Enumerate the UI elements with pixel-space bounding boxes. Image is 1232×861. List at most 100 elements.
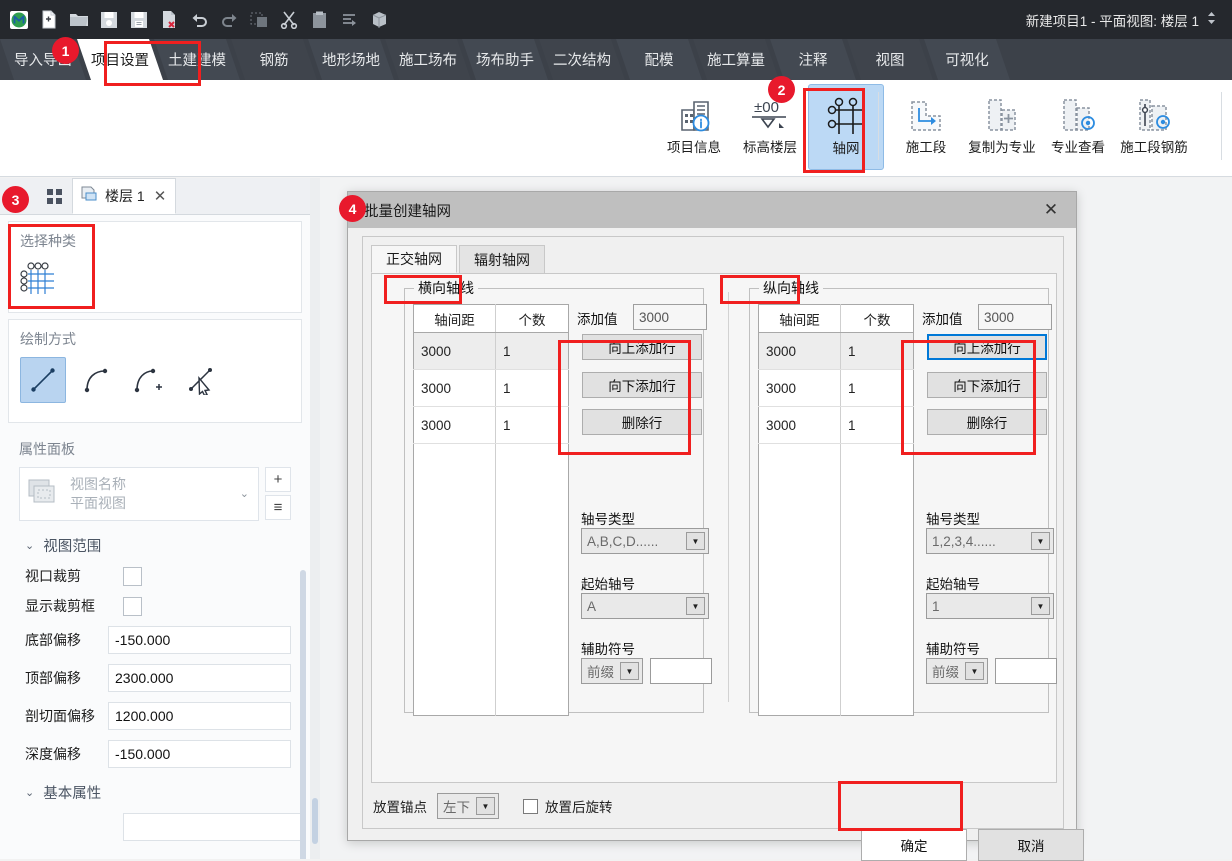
ribbon-tab-11[interactable]: 视图 bbox=[847, 39, 933, 80]
splitter-grip[interactable] bbox=[312, 798, 318, 844]
view-name-combo[interactable]: 视图名称 平面视图 ⌄ bbox=[19, 467, 259, 521]
start-axis-combo[interactable]: A ▼ bbox=[581, 593, 709, 619]
section-basic-props[interactable]: ⌄ 基本属性 bbox=[25, 782, 291, 803]
save-icon[interactable] bbox=[96, 7, 122, 33]
viewport-crop-checkbox[interactable] bbox=[123, 566, 142, 586]
cell-count[interactable]: 1 bbox=[495, 369, 569, 407]
title-spinner-icon[interactable] bbox=[1207, 11, 1216, 28]
bottom-offset-input[interactable] bbox=[108, 626, 291, 654]
depth-offset-input[interactable] bbox=[108, 740, 291, 768]
table-row-empty[interactable] bbox=[413, 443, 569, 716]
add-value-input[interactable] bbox=[633, 304, 707, 330]
arc-center-draw-icon[interactable] bbox=[126, 357, 172, 403]
add-row-above-button[interactable]: 向上添加行 bbox=[927, 334, 1047, 360]
paste-icon[interactable] bbox=[306, 7, 332, 33]
start-axis-combo[interactable]: 1 ▼ bbox=[926, 593, 1054, 619]
delete-row-button[interactable]: 删除行 bbox=[582, 409, 702, 435]
ribbon-tab-1[interactable]: 项目设置 bbox=[77, 39, 163, 80]
chevron-down-icon[interactable]: ⌄ bbox=[240, 487, 249, 500]
ribbon-tab-3[interactable]: 钢筋 bbox=[231, 39, 317, 80]
chevron-down-icon[interactable]: ▼ bbox=[1031, 597, 1050, 615]
axis-label-type-combo[interactable]: 1,2,3,4...... ▼ bbox=[926, 528, 1054, 554]
dialog-title-bar[interactable]: 批量创建轴网 ✕ bbox=[348, 192, 1076, 228]
basic-prop-input[interactable] bbox=[123, 813, 306, 841]
cut-plane-offset-input[interactable] bbox=[108, 702, 291, 730]
table-row-empty[interactable] bbox=[758, 443, 914, 716]
ribbon-tab-4[interactable]: 地形场地 bbox=[308, 39, 394, 80]
app-logo-icon[interactable] bbox=[6, 7, 32, 33]
chevron-down-icon[interactable]: ▼ bbox=[686, 597, 705, 615]
aux-symbol-position-combo[interactable]: 前缀 ▼ bbox=[926, 658, 988, 684]
save-as-icon[interactable] bbox=[126, 7, 152, 33]
chevron-down-icon[interactable]: ▼ bbox=[965, 662, 984, 680]
add-row-above-button[interactable]: 向上添加行 bbox=[582, 334, 702, 360]
cell-count[interactable]: 1 bbox=[840, 406, 914, 444]
add-row-below-button[interactable]: 向下添加行 bbox=[582, 372, 702, 398]
add-value-input[interactable] bbox=[978, 304, 1052, 330]
ribbon-tab-2[interactable]: 土建建模 bbox=[154, 39, 240, 80]
cut-icon[interactable] bbox=[276, 7, 302, 33]
axis-label-type-combo[interactable]: A,B,C,D...... ▼ bbox=[581, 528, 709, 554]
aux-symbol-input[interactable] bbox=[650, 658, 712, 684]
cell-empty[interactable] bbox=[758, 443, 841, 716]
table-row[interactable]: 3000 1 bbox=[758, 332, 914, 370]
ribbon-tab-7[interactable]: 二次结构 bbox=[539, 39, 625, 80]
ribbon-button-discipline-view[interactable]: 专业查看 bbox=[1040, 84, 1116, 170]
close-icon[interactable]: ✕ bbox=[1036, 196, 1066, 224]
cell-spacing[interactable]: 3000 bbox=[758, 369, 841, 407]
tab-orthogonal-grid[interactable]: 正交轴网 bbox=[371, 245, 457, 273]
open-folder-icon[interactable] bbox=[66, 7, 92, 33]
box-3d-icon[interactable] bbox=[366, 7, 392, 33]
panel-splitter[interactable] bbox=[310, 178, 320, 859]
ribbon-tab-10[interactable]: 注释 bbox=[770, 39, 856, 80]
cell-empty[interactable] bbox=[840, 443, 914, 716]
table-row[interactable]: 3000 1 bbox=[758, 369, 914, 407]
table-row[interactable]: 3000 1 bbox=[413, 332, 569, 370]
table-row[interactable]: 3000 1 bbox=[413, 406, 569, 444]
ribbon-tab-8[interactable]: 配模 bbox=[616, 39, 702, 80]
anchor-point-combo[interactable]: 左下 ▼ bbox=[437, 793, 499, 819]
cell-count[interactable]: 1 bbox=[840, 369, 914, 407]
ok-button[interactable]: 确定 bbox=[861, 829, 967, 861]
pick-draw-icon[interactable] bbox=[179, 357, 225, 403]
ribbon-tab-6[interactable]: 场布助手 bbox=[462, 39, 548, 80]
cell-spacing[interactable]: 3000 bbox=[413, 332, 496, 370]
cell-count[interactable]: 1 bbox=[840, 332, 914, 370]
left-panel-scrollbar[interactable] bbox=[300, 570, 306, 859]
cell-count[interactable]: 1 bbox=[495, 332, 569, 370]
new-file-icon[interactable] bbox=[36, 7, 62, 33]
cell-spacing[interactable]: 3000 bbox=[413, 406, 496, 444]
ribbon-button-project-info[interactable]: 项目信息 bbox=[656, 84, 732, 170]
delete-row-button[interactable]: 删除行 bbox=[927, 409, 1047, 435]
match-properties-icon[interactable] bbox=[336, 7, 362, 33]
close-file-icon[interactable] bbox=[156, 7, 182, 33]
add-property-button[interactable]: + bbox=[265, 467, 291, 492]
aux-symbol-position-combo[interactable]: 前缀 ▼ bbox=[581, 658, 643, 684]
redo-icon[interactable] bbox=[216, 7, 242, 33]
panel-grid-view-icon[interactable] bbox=[36, 178, 72, 214]
arc-draw-icon[interactable] bbox=[73, 357, 119, 403]
table-row[interactable]: 3000 1 bbox=[758, 406, 914, 444]
tab-radial-grid[interactable]: 辐射轴网 bbox=[459, 245, 545, 273]
ribbon-tab-5[interactable]: 施工场布 bbox=[385, 39, 471, 80]
cell-spacing[interactable]: 3000 bbox=[758, 406, 841, 444]
cell-spacing[interactable]: 3000 bbox=[758, 332, 841, 370]
edit-type-button[interactable]: ≡ bbox=[265, 495, 291, 520]
aux-symbol-input[interactable] bbox=[995, 658, 1057, 684]
cell-empty[interactable] bbox=[495, 443, 569, 716]
close-tab-icon[interactable]: ✕ bbox=[154, 187, 167, 205]
ribbon-tab-12[interactable]: 可视化 bbox=[924, 39, 1010, 80]
show-crop-box-checkbox[interactable] bbox=[123, 596, 142, 616]
chevron-down-icon[interactable]: ▼ bbox=[1031, 532, 1050, 550]
add-row-below-button[interactable]: 向下添加行 bbox=[927, 372, 1047, 398]
chevron-down-icon[interactable]: ▼ bbox=[620, 662, 639, 680]
table-row[interactable]: 3000 1 bbox=[413, 369, 569, 407]
ribbon-button-section-rebar[interactable]: 施工段钢筋 bbox=[1116, 84, 1192, 170]
ribbon-tab-9[interactable]: 施工算量 bbox=[693, 39, 779, 80]
cancel-button[interactable]: 取消 bbox=[978, 829, 1084, 861]
ribbon-button-construction-section[interactable]: 施工段 bbox=[888, 84, 964, 170]
axis-grid-kind-icon[interactable] bbox=[20, 259, 64, 299]
vertical-spacing-table[interactable]: 轴间距 个数 3000 1 3000 1 3000 1 bbox=[758, 304, 914, 716]
chevron-down-icon[interactable]: ▼ bbox=[686, 532, 705, 550]
line-draw-icon[interactable] bbox=[20, 357, 66, 403]
